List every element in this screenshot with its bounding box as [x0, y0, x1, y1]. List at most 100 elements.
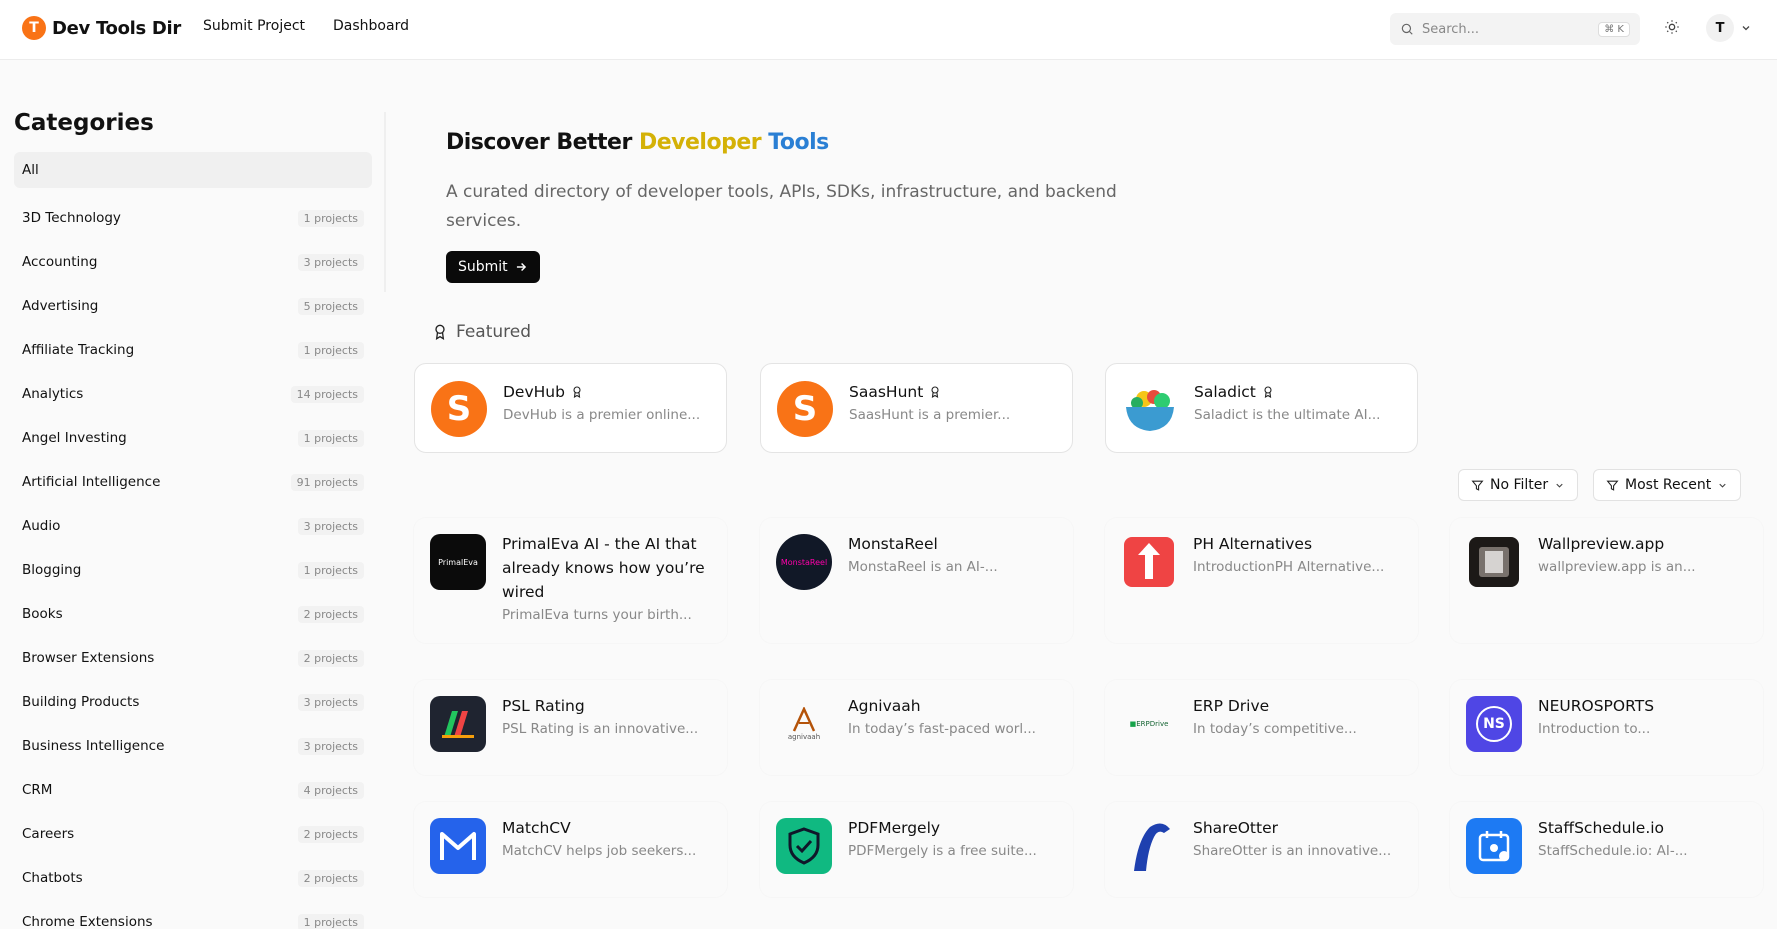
theme-toggle-button[interactable]: [1662, 17, 1682, 37]
salad-bowl-icon: [1122, 381, 1178, 437]
card-name: Saladict: [1194, 383, 1256, 401]
logo-text: agnivaah: [787, 733, 821, 741]
pdfmergely-logo-icon: [776, 818, 832, 874]
category-item[interactable]: Blogging 1 projects: [14, 548, 372, 592]
category-item[interactable]: Building Products 3 projects: [14, 680, 372, 724]
site-logo[interactable]: T Dev Tools Dir: [22, 16, 181, 40]
category-count-badge: 1 projects: [297, 341, 364, 359]
nav-link-submit-project[interactable]: Submit Project: [203, 18, 305, 34]
category-item[interactable]: Books 2 projects: [14, 592, 372, 636]
category-item[interactable]: Advertising 5 projects: [14, 284, 372, 328]
submit-button[interactable]: Submit: [446, 251, 540, 283]
category-item[interactable]: Artificial Intelligence 91 projects: [14, 460, 372, 504]
category-item[interactable]: Analytics 14 projects: [14, 372, 372, 416]
award-icon: [435, 324, 445, 340]
category-label: Books: [22, 606, 63, 622]
chevron-down-icon: [1742, 26, 1750, 31]
psl-rating-logo-icon: [430, 696, 486, 752]
category-item[interactable]: Chatbots 2 projects: [14, 856, 372, 900]
category-item[interactable]: Angel Investing 1 projects: [14, 416, 372, 460]
project-card[interactable]: agnivaah Agnivaah In today’s fast-paced …: [760, 680, 1073, 775]
card-title: ERP Drive: [1193, 697, 1270, 715]
category-count-badge: 1 projects: [297, 913, 364, 929]
card-description: PSL Rating is an innovative...: [502, 721, 699, 737]
category-count-badge: 2 projects: [297, 649, 364, 667]
project-card[interactable]: StaffSchedule.io StaffSchedule.io: AI-..…: [1450, 802, 1763, 897]
saashunt-logo-icon: S: [777, 381, 833, 437]
project-card[interactable]: MonstaReel MonstaReel MonstaReel is an A…: [760, 518, 1073, 643]
category-label: Careers: [22, 826, 75, 842]
card-title: PrimalEva AI - the AI that already knows…: [502, 535, 705, 601]
project-card[interactable]: Wallpreview.app wallpreview.app is an...: [1450, 518, 1763, 643]
category-label: Business Intelligence: [22, 738, 165, 754]
card-body: Saladict Saladict is the ultimate AI...: [1194, 380, 1404, 426]
card-title: Saladict: [1194, 380, 1404, 404]
category-count-badge: 3 projects: [297, 253, 364, 271]
featured-heading: Featured: [432, 322, 531, 342]
card-description: MatchCV helps job seekers...: [502, 843, 697, 859]
category-count-badge: 5 projects: [297, 297, 364, 315]
category-item[interactable]: Browser Extensions 2 projects: [14, 636, 372, 680]
card-title: MatchCV: [502, 819, 571, 837]
matchcv-logo-icon: [430, 818, 486, 874]
devhub-logo-icon: S: [431, 381, 487, 437]
project-card[interactable]: PSL Rating PSL Rating is an innovative..…: [414, 680, 727, 775]
category-item[interactable]: Audio 3 projects: [14, 504, 372, 548]
card-body: DevHub DevHub is a premier online...: [503, 380, 713, 426]
title-plain: Discover Better: [446, 130, 639, 155]
sort-dropdown[interactable]: Most Recent: [1593, 469, 1742, 501]
featured-card-saashunt[interactable]: S SaasHunt SaasHunt is a premier...: [760, 363, 1073, 453]
card-name: SaasHunt: [849, 383, 924, 401]
user-menu-button[interactable]: T: [1706, 14, 1752, 42]
category-label: Audio: [22, 518, 61, 534]
project-card[interactable]: ■ ERPDrive ERP Drive In today’s competit…: [1105, 680, 1418, 775]
category-item[interactable]: 3D Technology 1 projects: [14, 196, 372, 240]
category-count-badge: 91 projects: [290, 473, 364, 491]
filter-dropdown[interactable]: No Filter: [1458, 469, 1579, 501]
category-label: Analytics: [22, 386, 84, 402]
card-description: wallpreview.app is an...: [1538, 559, 1696, 575]
card-description: In today’s fast-paced worl...: [848, 721, 1036, 737]
card-title: NEUROSPORTS: [1538, 697, 1655, 715]
sort-label: Most Recent: [1625, 477, 1712, 493]
wallpreview-logo-icon: [1466, 534, 1522, 590]
category-count-badge: 14 projects: [290, 385, 364, 403]
project-card[interactable]: PH Alternatives IntroductionPH Alternati…: [1105, 518, 1418, 643]
category-item[interactable]: CRM 4 projects: [14, 768, 372, 812]
category-item-all[interactable]: All: [14, 152, 372, 188]
page-title: Discover Better Developer Tools: [446, 130, 829, 155]
project-card[interactable]: ShareOtter ShareOtter is an innovative..…: [1105, 802, 1418, 897]
ph-alternatives-logo-icon: [1121, 534, 1177, 590]
project-card[interactable]: PDFMergely PDFMergely is a free suite...: [760, 802, 1073, 897]
card-body: PSL Rating PSL Rating is an innovative..…: [502, 694, 712, 740]
project-card[interactable]: MatchCV MatchCV helps job seekers...: [414, 802, 727, 897]
sidebar-scrollbar[interactable]: [384, 112, 386, 292]
project-card[interactable]: PrimalEva PrimalEva AI - the AI that alr…: [414, 518, 727, 643]
category-list: All 3D Technology 1 projects Accounting 3 …: [14, 152, 372, 929]
staffschedule-logo-icon: [1466, 818, 1522, 874]
project-card[interactable]: NS NEUROSPORTS Introduction to...: [1450, 680, 1763, 775]
card-name: DevHub: [503, 383, 565, 401]
filter-label: No Filter: [1490, 477, 1549, 493]
category-item[interactable]: Accounting 3 projects: [14, 240, 372, 284]
featured-card-devhub[interactable]: S DevHub DevHub is a premier online...: [414, 363, 727, 453]
card-description: Saladict is the ultimate AI...: [1194, 407, 1381, 423]
title-highlight-tools: Tools: [761, 130, 829, 155]
search-icon: [1401, 23, 1413, 35]
featured-card-saladict[interactable]: Saladict Saladict is the ultimate AI...: [1105, 363, 1418, 453]
primaleva-logo-icon: PrimalEva: [430, 534, 486, 590]
award-icon: [573, 386, 581, 399]
nav-link-dashboard[interactable]: Dashboard: [333, 18, 409, 34]
shareotter-logo-icon: [1121, 818, 1177, 874]
category-label: All: [22, 162, 39, 178]
search-input[interactable]: Search... ⌘ K: [1390, 13, 1640, 45]
category-count-badge: 1 projects: [297, 429, 364, 447]
category-item[interactable]: Business Intelligence 3 projects: [14, 724, 372, 768]
card-description: Introduction to...: [1538, 721, 1651, 737]
category-item[interactable]: Chrome Extensions 1 projects: [14, 900, 372, 929]
category-label: CRM: [22, 782, 53, 798]
card-description: IntroductionPH Alternative...: [1193, 559, 1385, 575]
logo-mark-icon: T: [22, 16, 46, 40]
category-item[interactable]: Affiliate Tracking 1 projects: [14, 328, 372, 372]
category-item[interactable]: Careers 2 projects: [14, 812, 372, 856]
